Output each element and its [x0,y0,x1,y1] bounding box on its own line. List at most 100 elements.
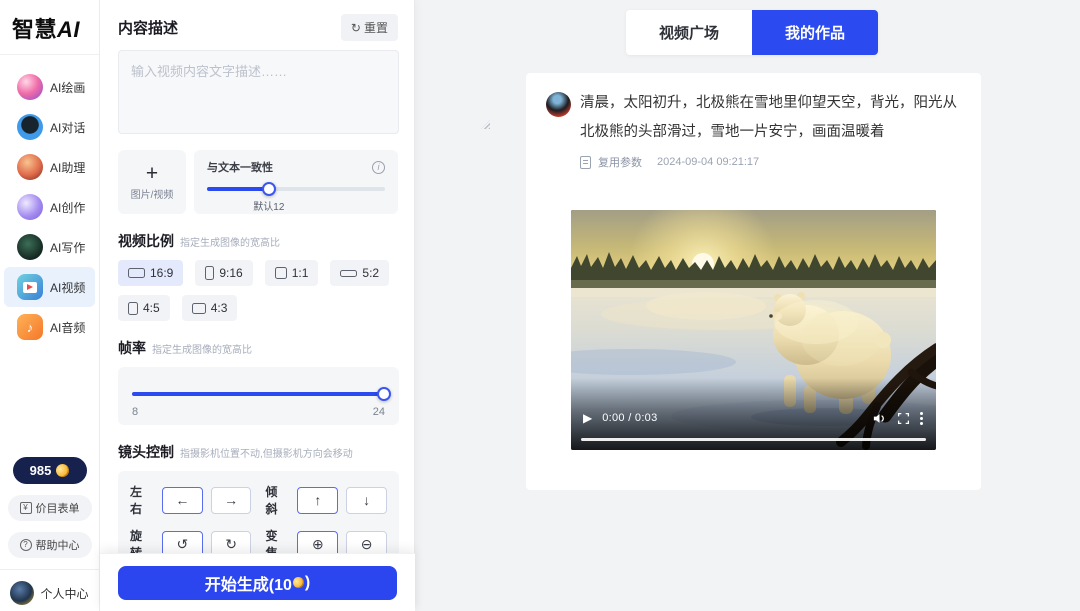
profile-label: 个人中心 [40,585,88,602]
consistency-slider-thumb[interactable] [262,182,276,196]
sidebar-item-ai-chat[interactable]: AI对话 [4,107,95,147]
work-timestamp: 2024-09-04 09:21:17 [657,156,759,168]
sidebar-item-label: AI音频 [50,319,85,336]
reset-button[interactable]: ↻ 重置 [341,14,398,41]
prompt-input[interactable] [118,50,399,134]
sidebar-item-label: AI创作 [50,199,85,216]
play-button[interactable]: ▶ [583,412,592,424]
consistency-slider[interactable] [207,182,385,196]
volume-icon[interactable] [872,411,887,426]
tab-video-plaza[interactable]: 视频广场 [626,10,752,55]
zoom-out-icon: ⊖ [361,536,373,552]
ai-video-icon [17,274,43,300]
ratio-options: 16:9 9:16 1:1 5:2 4:5 4:3 [118,260,408,321]
coin-balance: 985 [30,463,52,478]
ratio-1-1-icon [275,267,287,279]
ai-assistant-icon [17,154,43,180]
help-label: 帮助中心 [36,537,80,553]
pricing-button[interactable]: ¥ 价目表单 [8,495,92,521]
ratio-option-5-2[interactable]: 5:2 [330,260,389,286]
video-time: 0:00 / 0:03 [602,412,657,424]
sidebar-item-ai-audio[interactable]: ♪ AI音频 [4,307,95,347]
video-player[interactable]: ▶ 0:00 / 0:03 [571,210,936,450]
ratio-4-5-icon [128,302,138,315]
app-logo-en: AI [57,17,80,42]
sidebar-item-label: AI视频 [50,279,85,296]
pan-left-button[interactable]: ← [162,487,203,514]
sidebar-item-label: AI助理 [50,159,85,176]
ratio-option-1-1[interactable]: 1:1 [265,260,319,286]
profile-button[interactable]: 个人中心 [10,581,88,605]
ratio-option-9-16[interactable]: 9:16 [195,260,252,286]
sidebar-item-ai-paint[interactable]: AI绘画 [4,67,95,107]
fullscreen-icon[interactable] [897,412,910,425]
sidebar-bottom: 985 ¥ 价目表单 ? 帮助中心 个人中心 [0,457,99,605]
rotate-cw-icon: ↻ [225,536,237,552]
arrow-left-icon: ← [175,492,189,508]
plus-icon: + [146,164,158,184]
tilt-up-button[interactable]: ↑ [297,487,338,514]
generate-button[interactable]: 开始生成(10 ) [118,566,397,600]
coin-icon [292,576,305,589]
ratio-5-2-icon [340,270,357,277]
ratio-option-4-3[interactable]: 4:3 [182,295,238,321]
ai-chat-icon [17,114,43,140]
fps-slider-thumb[interactable] [377,387,391,401]
text-consistency-box: 与文本一致性 i 默认12 [194,150,398,214]
reset-icon: ↻ [351,21,361,35]
ratio-option-16-9[interactable]: 16:9 [118,260,183,286]
camera-pan-label: 左右 [130,483,154,517]
help-button[interactable]: ? 帮助中心 [8,532,92,558]
profile-avatar [10,581,34,605]
ratio-title: 视频比例 [118,231,174,251]
sidebar-item-ai-video[interactable]: AI视频 [4,267,95,307]
consistency-default-label: 默认12 [253,198,385,213]
work-prompt-text: 清晨，太阳初升，北极熊在雪地里仰望天空，背光，阳光从北极熊的头部滑过，雪地一片安… [580,89,961,147]
info-icon[interactable]: i [372,161,385,174]
fps-max-label: 24 [373,406,385,418]
generate-label-suffix: ) [305,574,310,592]
arrow-right-icon: → [224,492,238,508]
user-avatar [546,92,571,117]
sidebar-item-label: AI绘画 [50,79,85,96]
content-desc-title: 内容描述 [118,17,178,38]
app-logo-cn: 智慧 [12,17,57,42]
more-options-icon[interactable] [920,412,924,425]
fps-slider[interactable] [132,387,385,401]
pan-right-button[interactable]: → [211,487,252,514]
sidebar-menu: AI绘画 AI对话 AI助理 AI创作 AI写作 AI视频 ♪ AI音频 [0,55,99,347]
tab-my-works[interactable]: 我的作品 [752,10,878,55]
sidebar-item-label: AI写作 [50,239,85,256]
coin-balance-badge[interactable]: 985 [13,457,87,484]
app-logo: 智慧AI [0,0,99,55]
ratio-hint: 指定生成图像的宽高比 [180,234,280,249]
upload-label: 图片/视频 [131,186,174,201]
settings-panel: 内容描述 ↻ 重置 + 图片/视频 与文本一致性 i 默认12 视频比例 指定生… [100,0,415,611]
tilt-down-button[interactable]: ↓ [346,487,387,514]
arrow-down-icon: ↓ [363,492,370,508]
ratio-option-4-5[interactable]: 4:5 [118,295,170,321]
pricing-label: 价目表单 [36,500,80,516]
consistency-label: 与文本一致性 [207,159,273,175]
main-area: 视频广场 我的作品 清晨，太阳初升，北极熊在雪地里仰望天空，背光，阳光从北极熊的… [416,0,1080,611]
fps-title: 帧率 [118,338,146,358]
sidebar-item-ai-write[interactable]: AI写作 [4,227,95,267]
ratio-4-3-icon [192,303,206,314]
sidebar-item-label: AI对话 [50,119,85,136]
sidebar-item-ai-assistant[interactable]: AI助理 [4,147,95,187]
ratio-16-9-icon [128,268,145,278]
reuse-params-button[interactable]: 复用参数 [598,154,642,170]
coin-icon [55,463,71,479]
reset-label: 重置 [364,19,388,36]
yen-icon: ¥ [20,502,32,514]
video-controls: ▶ 0:00 / 0:03 [571,406,936,430]
rotate-ccw-icon: ↺ [176,536,188,552]
upload-image-video-button[interactable]: + 图片/视频 [118,150,186,214]
video-progress-bar[interactable] [581,438,926,441]
ratio-9-16-icon [205,266,214,280]
zoom-in-icon: ⊕ [312,536,324,552]
arrow-up-icon: ↑ [314,492,321,508]
camera-title: 镜头控制 [118,442,174,462]
sidebar-item-ai-create[interactable]: AI创作 [4,187,95,227]
camera-tilt-label: 倾斜 [265,483,289,517]
